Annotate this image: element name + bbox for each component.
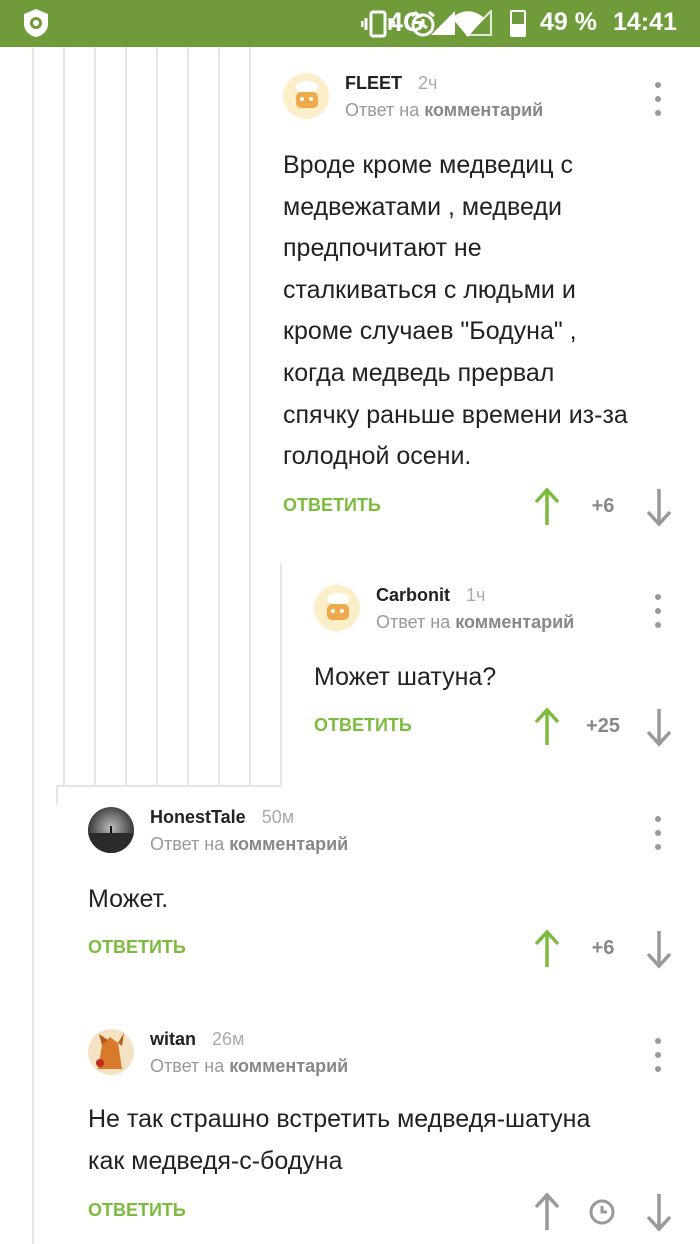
reply-prefix: Ответ на <box>345 100 420 120</box>
parent-comment-link[interactable]: комментарий <box>229 834 348 854</box>
battery-icon <box>510 10 526 37</box>
comment-line: спячку раньше времени из-за <box>283 400 628 429</box>
user-avatar[interactable] <box>88 807 134 853</box>
upvote-arrow-icon[interactable] <box>533 707 561 747</box>
reply-prefix: Ответ на <box>376 612 451 632</box>
thread-line <box>63 47 65 785</box>
comment-actions: ОТВЕТИТЬ +6 <box>283 487 683 527</box>
comment-actions: ОТВЕТИТЬ +6 <box>88 929 684 969</box>
reply-to: Ответ на комментарий <box>376 612 574 633</box>
comment: witan 26м Ответ на комментарий Не так стр… <box>88 1029 700 1239</box>
comment-score: +6 <box>591 937 615 959</box>
signal-empty-icon <box>466 10 492 36</box>
username-text[interactable]: HonestTale <box>150 807 246 827</box>
comment-line: когда медведь прервал <box>283 358 555 387</box>
comment-time: 1ч <box>466 585 486 605</box>
parent-comment-link[interactable]: комментарий <box>424 100 543 120</box>
comment-body: Может шатуна? <box>314 657 496 699</box>
reply-to: Ответ на комментарий <box>345 100 543 121</box>
thread-line <box>249 47 251 785</box>
user-avatar[interactable] <box>283 73 329 119</box>
comment-body: Может. <box>88 879 168 921</box>
thread-line <box>280 563 282 785</box>
parent-comment-link[interactable]: комментарий <box>229 1056 348 1076</box>
parent-comment-link[interactable]: комментарий <box>455 612 574 632</box>
signal-icon <box>431 11 455 35</box>
thread-line <box>156 47 158 785</box>
user-avatar[interactable] <box>88 1029 134 1075</box>
comment-score: +6 <box>591 495 615 517</box>
username[interactable]: FLEET 2ч <box>345 73 437 94</box>
comment-actions: ОТВЕТИТЬ <box>88 1192 684 1232</box>
comment-line: медвежатами , медведи <box>283 192 562 221</box>
reply-button[interactable]: ОТВЕТИТЬ <box>88 1200 186 1221</box>
status-bar: 4G 49 % 14:41 <box>0 0 700 47</box>
username[interactable]: HonestTale 50м <box>150 807 294 828</box>
fox-avatar-icon <box>88 1029 134 1075</box>
pikabu-icon <box>24 9 48 37</box>
reply-prefix: Ответ на <box>150 834 225 854</box>
reply-to: Ответ на комментарий <box>150 1056 348 1077</box>
comment-line: голодной осени. <box>283 442 472 471</box>
comment-line: Вроде кроме медведиц с <box>283 151 573 179</box>
thread-line <box>32 47 34 785</box>
thread-line <box>56 785 58 805</box>
downvote-arrow-icon[interactable] <box>645 1192 673 1232</box>
upvote-arrow-icon[interactable] <box>533 929 561 969</box>
comment-body: Вроде кроме медведиц с медвежатами , мед… <box>283 145 628 478</box>
comment-body: Не так страшно встретить медведя-шатуна … <box>88 1099 590 1182</box>
comment-line: предпочитают не <box>283 234 482 263</box>
comment-line: кроме случаев "Бодуна" , <box>283 317 577 346</box>
more-options-icon[interactable] <box>653 1038 663 1072</box>
thread-line <box>94 47 96 785</box>
reply-to: Ответ на комментарий <box>150 834 348 855</box>
downvote-arrow-icon[interactable] <box>645 929 673 969</box>
username-text[interactable]: FLEET <box>345 73 402 93</box>
comment: Carbonit 1ч Ответ на комментарий Может ша… <box>314 585 700 750</box>
username-text[interactable]: witan <box>150 1029 196 1049</box>
thread-line <box>187 47 189 785</box>
bread-avatar-icon <box>314 585 360 631</box>
reply-button[interactable]: ОТВЕТИТЬ <box>283 495 381 516</box>
upvote-arrow-icon[interactable] <box>533 487 561 527</box>
reply-button[interactable]: ОТВЕТИТЬ <box>314 715 412 736</box>
comment-line: сталкиваться с людьми и <box>283 275 576 304</box>
thread-line <box>56 785 282 787</box>
more-options-icon[interactable] <box>653 816 663 850</box>
user-avatar[interactable] <box>314 585 360 631</box>
comment-line: как медведя-с-бодуна <box>88 1146 343 1175</box>
comment-actions: ОТВЕТИТЬ +25 <box>314 707 684 747</box>
network-type: 4G <box>388 7 425 37</box>
comment: FLEET 2ч Ответ на комментарий Вроде кроме… <box>283 73 700 533</box>
more-options-icon[interactable] <box>653 82 663 116</box>
battery-percent: 49 % <box>540 8 597 36</box>
more-options-icon[interactable] <box>653 594 663 628</box>
thread-line <box>125 47 127 785</box>
bread-avatar-icon <box>283 73 329 119</box>
comment-line: Может шатуна? <box>314 663 497 691</box>
username[interactable]: Carbonit 1ч <box>376 585 485 606</box>
downvote-arrow-icon[interactable] <box>645 487 673 527</box>
thread-line <box>218 47 220 785</box>
battery-level <box>512 23 524 35</box>
comment-time: 26м <box>212 1029 245 1049</box>
upvote-arrow-icon[interactable] <box>533 1192 561 1232</box>
comment-line: Не так страшно встретить медведя-шатуна <box>88 1105 591 1133</box>
foggy-landscape-avatar-icon <box>88 807 134 853</box>
reply-prefix: Ответ на <box>150 1056 225 1076</box>
thread-line <box>32 785 34 1244</box>
username-text[interactable]: Carbonit <box>376 585 450 605</box>
clock: 14:41 <box>613 8 677 36</box>
comment-time: 50м <box>261 807 295 827</box>
clock-icon <box>589 1199 615 1225</box>
comment-score: +25 <box>586 715 620 737</box>
comment: HonestTale 50м Ответ на комментарий Может… <box>88 807 700 972</box>
downvote-arrow-icon[interactable] <box>645 707 673 747</box>
comment-line: Может. <box>88 885 169 913</box>
reply-button[interactable]: ОТВЕТИТЬ <box>88 937 186 958</box>
username[interactable]: witan 26м <box>150 1029 244 1050</box>
comment-time: 2ч <box>418 73 438 93</box>
